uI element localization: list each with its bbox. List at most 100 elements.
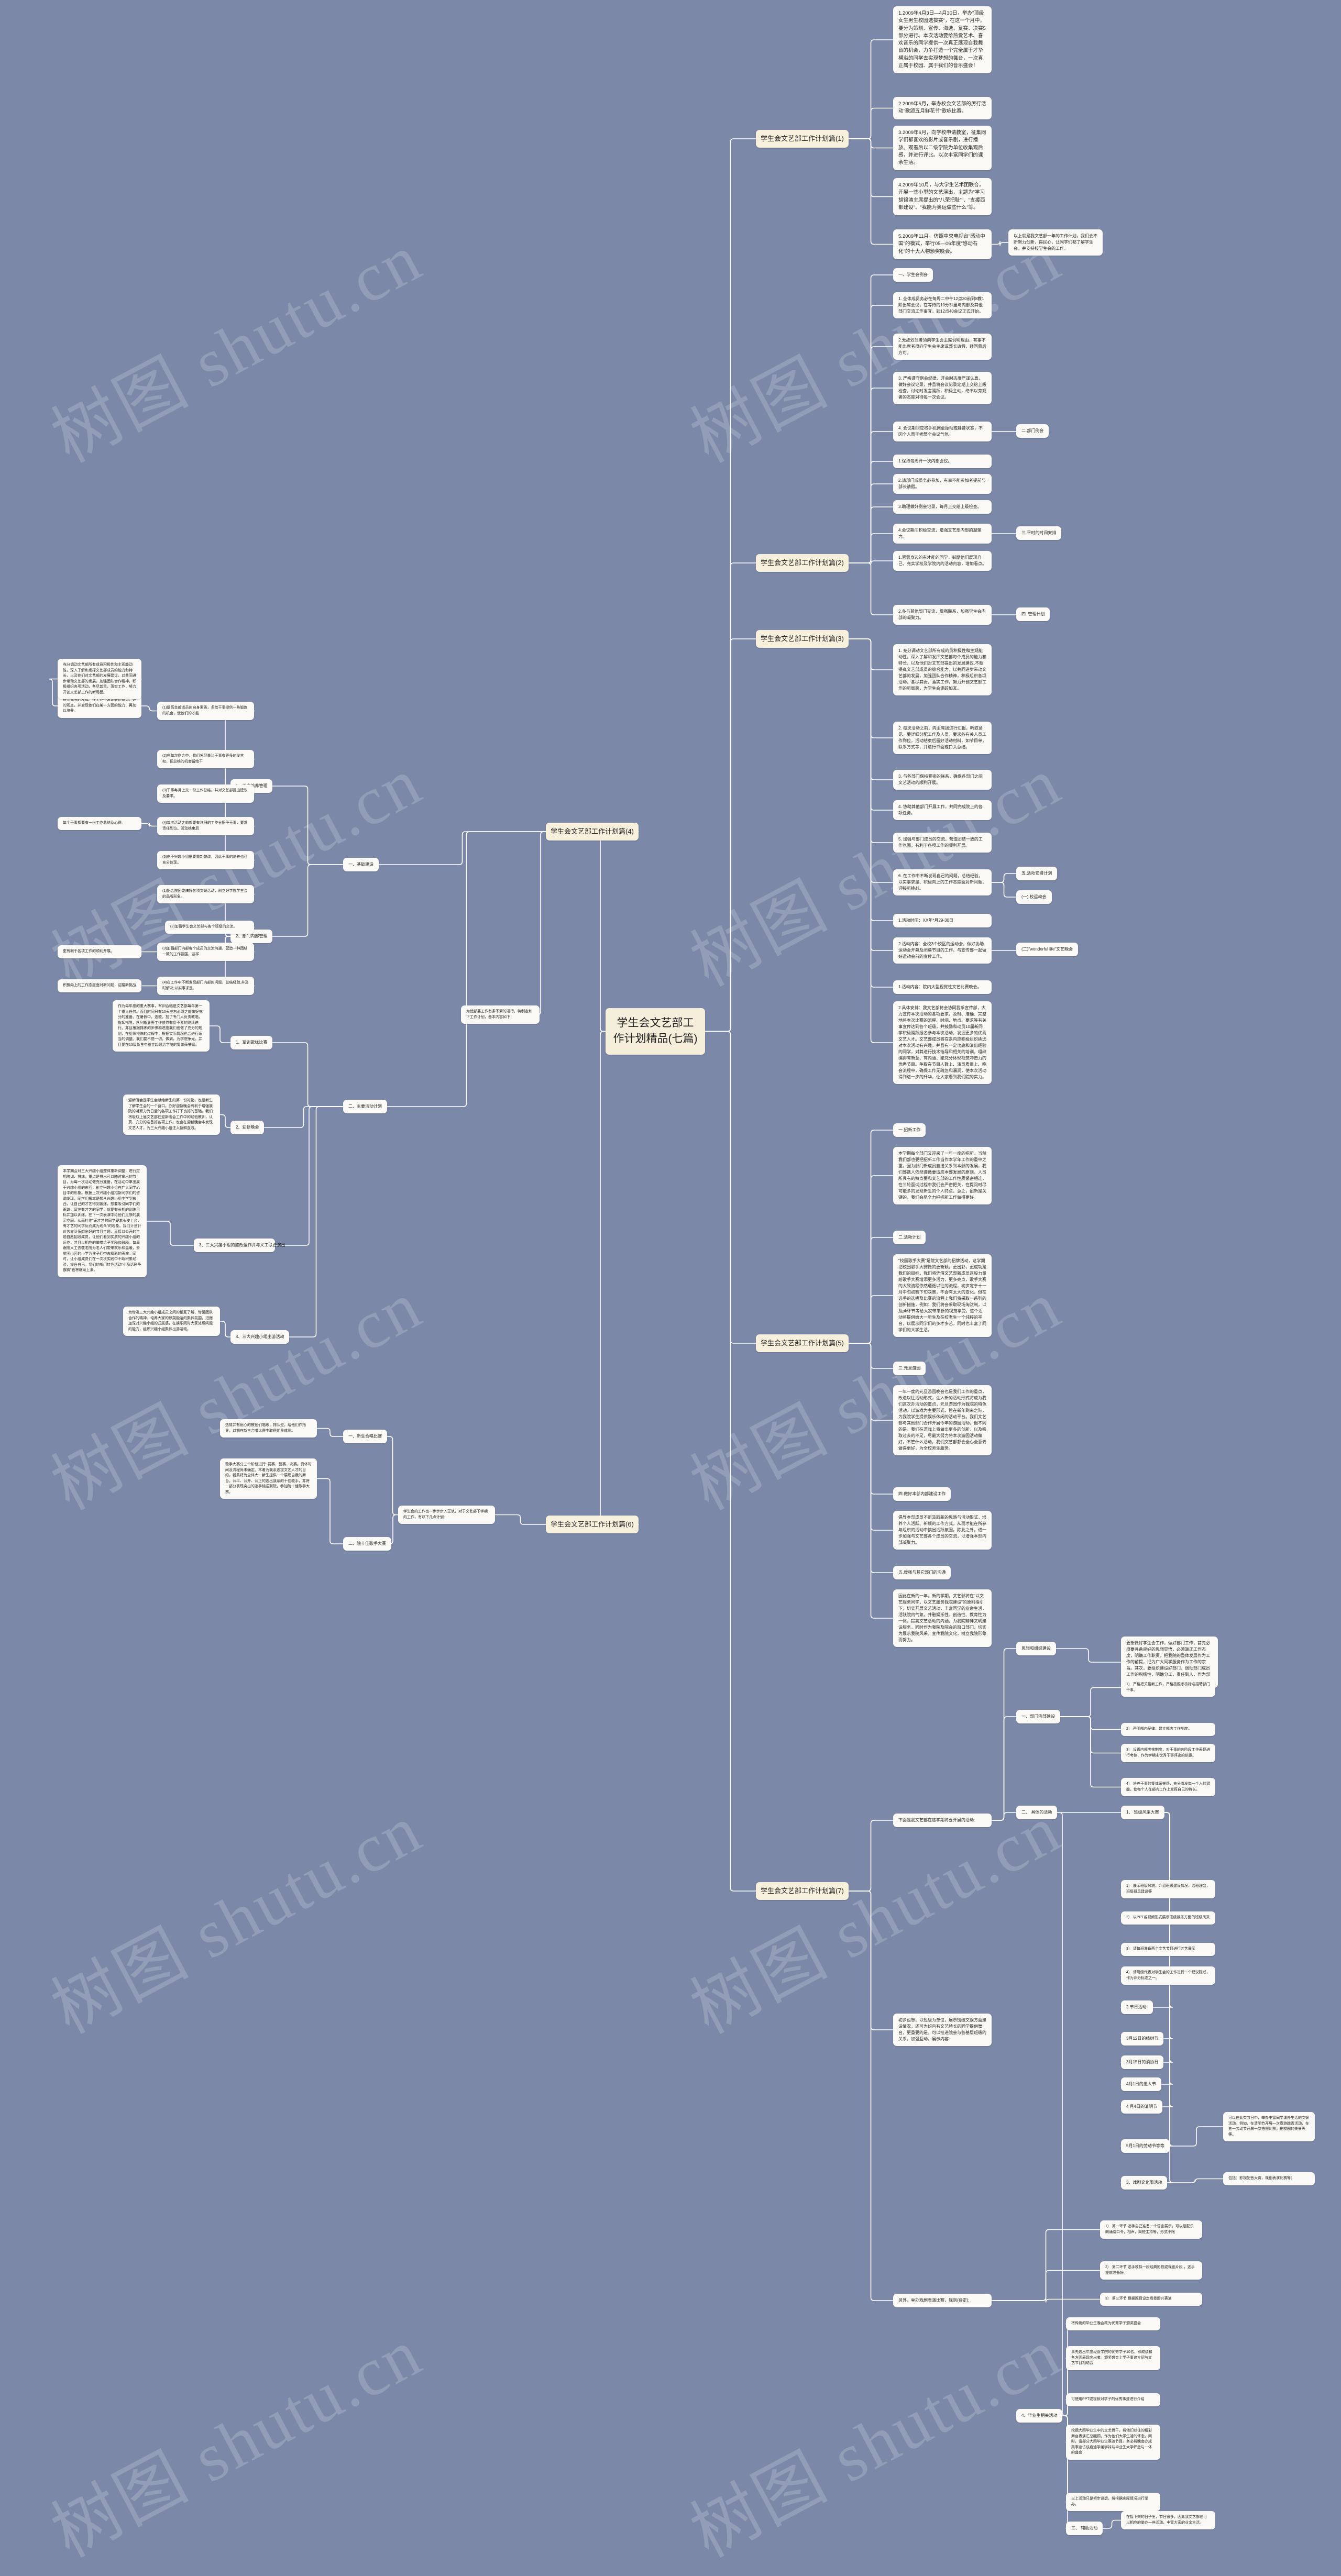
b6-activity-2-detail[interactable]: 迎新晚会是学生会献给新生的第一份礼物，也是新生了解学生会的一个窗口。办好迎新晚会… <box>123 1094 220 1135</box>
branch-label-6[interactable]: 学生会文艺部工作计划篇(6) <box>546 1516 639 1533</box>
b5-item-4[interactable]: 4） 培养干事的集体荣誉感，充分激发每一个人的潜能，使每个人在部内工作上发挥自己… <box>1121 1778 1215 1796</box>
b4-heading-activity[interactable]: 二.活动计划 <box>893 1231 926 1244</box>
b2-item-4[interactable]: 4. 会议期间应将手机调至振动或静音状态，不因个人而干扰整个会议气氛。 <box>893 422 992 441</box>
b4-heading-communication[interactable]: 五.增强与其它部门的沟通 <box>893 1566 951 1579</box>
b1-item-5[interactable]: 5.2009年11月，仿照中央电视台"感动中国"的模式，举行05—06年度"感动… <box>893 229 992 259</box>
b2-heading-1[interactable]: 一、学生会例会 <box>893 268 933 282</box>
b2-item-6[interactable]: 2.请部门成员务必参加，有事不能参加者提前与部长请假。 <box>893 474 992 494</box>
b5-item-7[interactable]: 2） 以PPT或视频形式展示班级娱乐方面的班级风采 <box>1121 1911 1215 1925</box>
b2-heading-2[interactable]: 二.部门例会 <box>1016 424 1049 438</box>
b6-activity-3-detail[interactable]: 本学期会对三大兴趣小组整体重新调整，进行定期培训、排练，重点是排出可以随时拿出的… <box>58 1165 147 1277</box>
b5-item-1[interactable]: 1） 严格把关招新工作，严格按照考核标准招聘部门干事。 <box>1121 1678 1215 1697</box>
b5-item-9[interactable]: 4） 请班级代表对学生会的工作进行一个建议陈述，作为评分标准之一。 <box>1121 1966 1215 1985</box>
b2-item-3[interactable]: 3. 严格遵守例会纪律，开会时态度严谨认真，做好会议记录，并且将会议记录定期上交… <box>893 372 992 404</box>
b6-heading-main-activity[interactable]: 二、主要活动计划 <box>343 1100 387 1113</box>
b5-heading-auxiliary[interactable]: 三、 辅助活动 <box>1066 2522 1103 2535</box>
b3-item-4[interactable]: 4. 协助其他部门开展工作，共同完成院上的各项任务。 <box>893 800 992 820</box>
b5-festival-5[interactable]: 5月1日的劳动节等等 <box>1121 2139 1170 2153</box>
b5-item-6[interactable]: 1） 展示班级风貌，介绍班级建设情况，治班理念，班级班风建设等 <box>1121 1880 1215 1898</box>
b5-item-11[interactable]: 包括：影视配音大赛，戏剧表演比赛等； <box>1223 2172 1315 2185</box>
branch-label-3[interactable]: 学生会文艺部工作计划篇(3) <box>756 630 849 648</box>
branch-label-7[interactable]: 学生会文艺部工作计划篇(7) <box>756 1882 849 1900</box>
b3-item-2[interactable]: 2. 每次活动之前，向主席团进行汇报，听取意见。要详细分配工作及人员，要求各有关… <box>893 722 992 754</box>
b6-activity-1-detail[interactable]: 作为每年度的重大赛事，军训合唱是文艺部每年第一个重大任务。而且时间只有10天左右… <box>113 1000 210 1052</box>
b6-item-a4b[interactable]: 每个干事都要有一份工作总结及心得。 <box>58 817 141 830</box>
b7-heading-top10-singer[interactable]: 二、院十佳歌手大赛 <box>343 1537 391 1551</box>
b1-item-3[interactable]: 3.2009年6月，向学校申请教室，征集同学们都喜欢的影片或音乐剧，进行播放。观… <box>893 126 992 171</box>
b3-heading-sports-meet[interactable]: (一) 校运动会 <box>1016 890 1052 904</box>
b1-item-4[interactable]: 4.2009年10月，与大学生艺术团联合，开展一些小型的文艺演出，主题为"学习胡… <box>893 178 992 215</box>
b3-item-8[interactable]: 2.活动内容：全校3个校区的运动会，做好协助运动会开幕及闭幕节目的工作，与宣传部… <box>893 937 992 964</box>
b1-item-2[interactable]: 2.2009年5月，举办校会文艺部的厉行活动"歌颂五月鲜花节"歌咏比赛。 <box>893 97 992 119</box>
b3-item-10[interactable]: 2.具体安排：我文艺部将会协同我系宣传部，大力宣传本次活动的各项要求，及时、准确… <box>893 1001 992 1084</box>
b5-item-19[interactable]: 以上活动只是初步设想，将根据实际情况进行举办。 <box>1066 2493 1160 2511</box>
branch-label-2[interactable]: 学生会文艺部工作计划篇(2) <box>756 554 849 572</box>
b3-item-1[interactable]: 1. 充分调动文艺部所有成的员积极性和主观能动性，深入了解和发挥文艺部每个成员的… <box>893 644 992 695</box>
b5-heading-class-show[interactable]: 1、 班级风采大赛 <box>1121 1806 1164 1819</box>
b6-activity-4[interactable]: 4、三大兴趣小组出游活动 <box>230 1330 290 1344</box>
b2-item-8[interactable]: 4.会议期间积极交流，增强文艺部内部的凝聚力。 <box>893 524 992 544</box>
b5-festival-2[interactable]: 3月15日的消协日 <box>1121 2055 1164 2069</box>
b4-item-4[interactable]: 倡导本部成员不断汲取新的思路与活动形式，培养个人活跃、新颖的工作方式，从而才能在… <box>893 1511 992 1550</box>
b6-item-b4[interactable]: (4)在工作中不断发现部门内部的问题，总结经验,并及时解决;以实事求是、 <box>157 977 254 995</box>
b4-heading-yuandan[interactable]: 三.元旦游园 <box>893 1362 926 1375</box>
b6-item-a1[interactable]: (1)提高本部成员的自身素质，多给干事提供一些锻炼的机会，使他们的才能 <box>157 702 254 720</box>
b2-heading-4[interactable]: 四. 管理计划 <box>1016 607 1050 621</box>
b6-item-b1[interactable]: (1)配合院团委搞好各项文娱活动，树立好学院学生会的品牌形象。 <box>157 885 254 903</box>
b5-item-17[interactable]: 可使用PPT或视频对学子的优秀事迹进行介绍 <box>1066 2393 1160 2406</box>
b4-item-3[interactable]: 一年一度的元旦游园晚会也是我们工作的重点，改进以往活动形式，注入新的活动形式将成… <box>893 1385 992 1455</box>
b6-activity-2[interactable]: 2、迎新晚会 <box>230 1121 265 1134</box>
b5-item-12[interactable]: 1） 第一环节 选手自己准备一个语言展示，可以是配乐朗诵绕口令，相声，简短主持等… <box>1100 2220 1202 2239</box>
b2-item-5[interactable]: 1.保持每周开一次内部会议。 <box>893 455 992 468</box>
b5-item-8[interactable]: 3） 请每班准备两个文艺节目进行才艺展示 <box>1121 1943 1215 1956</box>
b2-item-10[interactable]: 2.多与其他部门交流，增强联系，加强学生会内部的凝聚力。 <box>893 605 992 625</box>
b2-item-9[interactable]: 1.留意身边的有才能的同学，鼓励他们展现自己，充实学校及学院内的活动内容，增加看… <box>893 551 992 571</box>
b5-heading-drama-week[interactable]: 3、戏剧文化周活动 <box>1121 2176 1168 2190</box>
b3-heading-wonderful-life[interactable]: (二)"wonderful life"文艺晚会 <box>1016 943 1079 956</box>
b6-item-b3b[interactable]: 更有利于各项工作的顺利开展。 <box>58 945 141 958</box>
b5-item-13[interactable]: 2） 第二环节 选手模拟一段经典影视或戏剧片段 ，选手提前准备好。 <box>1100 2261 1202 2280</box>
b4-item-5[interactable]: 因此在新的一年，新的学期，文艺部将在"以文艺服务同学，以文艺服务我院建设"的原则… <box>893 1589 992 1647</box>
b7-item-3[interactable]: 歌手大赛分三个阶段进行: 初赛、复赛、决赛。具体时间及流程尚未确定。本着为我系选… <box>220 1458 317 1499</box>
b3-item-7[interactable]: 1.活动时间：XX年*月29-30日 <box>893 914 992 927</box>
branch-label-4[interactable]: 学生会文艺部工作计划篇(4) <box>546 823 639 841</box>
b5-item-16[interactable]: 事先选出年度经管学院的优秀学子10名，即成绩和各方面表现突出者。颁奖盛会上学子事… <box>1066 2346 1160 2370</box>
branch-label-5[interactable]: 学生会文艺部工作计划篇(5) <box>756 1334 849 1352</box>
b6-item-b2[interactable]: (2)加强学生会文艺部与各个班级的交流。 <box>165 921 254 934</box>
b6-item-overview[interactable]: 充分调动文艺部所有成员积极性和主观能动性，深入了解和发挥文艺部成员的能力和特长，… <box>58 659 141 699</box>
b6-intro[interactable]: 为使部委工作有条不紊的进行，特制定如下工作计划，基本内容如下： <box>461 1005 540 1024</box>
b5-item-21[interactable]: 另外，举办戏剧表演比赛，规则(待定): <box>893 2294 992 2307</box>
b5-festival-4[interactable]: 4 月4日的清明节 <box>1121 2100 1163 2114</box>
b5-item-10[interactable]: 可以在此类节日中，举办丰富同学课外生活的文娱活动。例如，在清明节开展一次春游踏青… <box>1223 2112 1315 2141</box>
b6-item-a4[interactable]: (4)每次活动之前都要有详细的工作分配予干事，要求责任到位。活动结束后 <box>157 817 254 835</box>
b5-item-14[interactable]: 3） 第三环节 根据题目设定场景即兴表演 <box>1100 2293 1202 2306</box>
b2-item-2[interactable]: 2.无故迟到者须向学生会主席说明理由，有事不能出席者须向学生会主席或部长请假，经… <box>893 334 992 360</box>
b5-item-3[interactable]: 3） 设置内部考核制度，对干事的各阶段工作表现进行考核，作为学期末优秀干事评选的… <box>1121 1744 1215 1762</box>
b7-item-1[interactable]: 学生会的工作也一步步步入正轨，对于文艺部下学期的工作，有以下几点计划: <box>398 1506 495 1524</box>
b6-activity-4-detail[interactable]: 为增进三大兴趣小组成员之间的相互了解、增强团队合作的精神、培养大家的默契融洽的集… <box>123 1307 220 1336</box>
b5-item-2[interactable]: 2） 严明部内纪律，建立部内工作制度。 <box>1121 1723 1215 1736</box>
b5-item-22[interactable]: 下面是我文艺部在这学期将要开展的活动: <box>893 1814 992 1827</box>
b6-item-a2[interactable]: (2)在每次例会中，我们将尽量让干事有更多的发言权，把总结的机会留给干 <box>157 750 254 768</box>
b6-item-b4b[interactable]: 积极向上的工作态度面对新问题，迎接新挑战 <box>58 979 141 992</box>
b4-heading-recruit[interactable]: 一.招新工作 <box>893 1123 926 1137</box>
b4-item-2[interactable]: "校园歌手大赛"是院文艺部的招牌活动，这学期把校园歌手大赛做的更新颖，更出彩，更… <box>893 1254 992 1337</box>
b5-item-18[interactable]: 挖掘大四毕业生中的文艺骨干，将他们以往的精彩舞台表演汇总回顾，作为他们大学生活的… <box>1066 2425 1160 2460</box>
b3-item-3[interactable]: 3. 与各部门保持紧密的联系，确保各部门之间文艺活动的顺利开展。 <box>893 770 992 790</box>
b6-item-b3[interactable]: (3)加强部门内部各个成员的交流沟通，营造一种团结一致的工作氛围，这样 <box>157 943 254 961</box>
b2-heading-3[interactable]: 三.平时的时间安排 <box>1016 526 1062 540</box>
b5-item-15[interactable]: 将传统的毕业生晚会改为优秀学子颁奖盛会 <box>1066 2317 1160 2330</box>
b6-heading-foundation[interactable]: 一、基础建设 <box>343 858 379 871</box>
b1-conclusion[interactable]: 以上就是我文艺部一年的工作计划，我们会不断努力创新，得民心，让同学们都了解学生会… <box>1008 229 1103 256</box>
b3-heading-activity-plan[interactable]: 五.活动安排计划 <box>1016 867 1058 880</box>
b5-heading-internal-build[interactable]: 一、部门内部建设 <box>1016 1710 1060 1723</box>
b6-activity-3[interactable]: 3、三大兴趣小组的整改运作并与义工联合演出 <box>194 1239 285 1252</box>
b5-heading-thought[interactable]: 思想和组织建设 <box>1016 1642 1056 1655</box>
b7-item-2[interactable]: 热情并有耐心的教他们唱歌，排队型，给他们作指导，以期在新生合唱比赛中取得优异成绩… <box>220 1419 317 1438</box>
b2-item-7[interactable]: 3.助理做好例会记录，每月上交给上级检查。 <box>893 500 992 514</box>
b5-heading-concrete[interactable]: 二、 具体的活动 <box>1016 1806 1058 1819</box>
b6-item-a5[interactable]: (5)由于兴趣小组需要重新整改，因此干事的培养也可充分体现。 <box>157 851 254 869</box>
b3-item-5[interactable]: 5. 加强与部门成员的交流，营造团结一致的工作氛围，有利于各项工作的顺利开展。 <box>893 833 992 853</box>
b3-item-9[interactable]: 1.活动内容：院内大型视觉性文艺比赛晚会。 <box>893 980 992 994</box>
b6-item-a3[interactable]: (3)干事每月上交一份工作总结，并对文艺部提出建议及要求。 <box>157 784 254 803</box>
